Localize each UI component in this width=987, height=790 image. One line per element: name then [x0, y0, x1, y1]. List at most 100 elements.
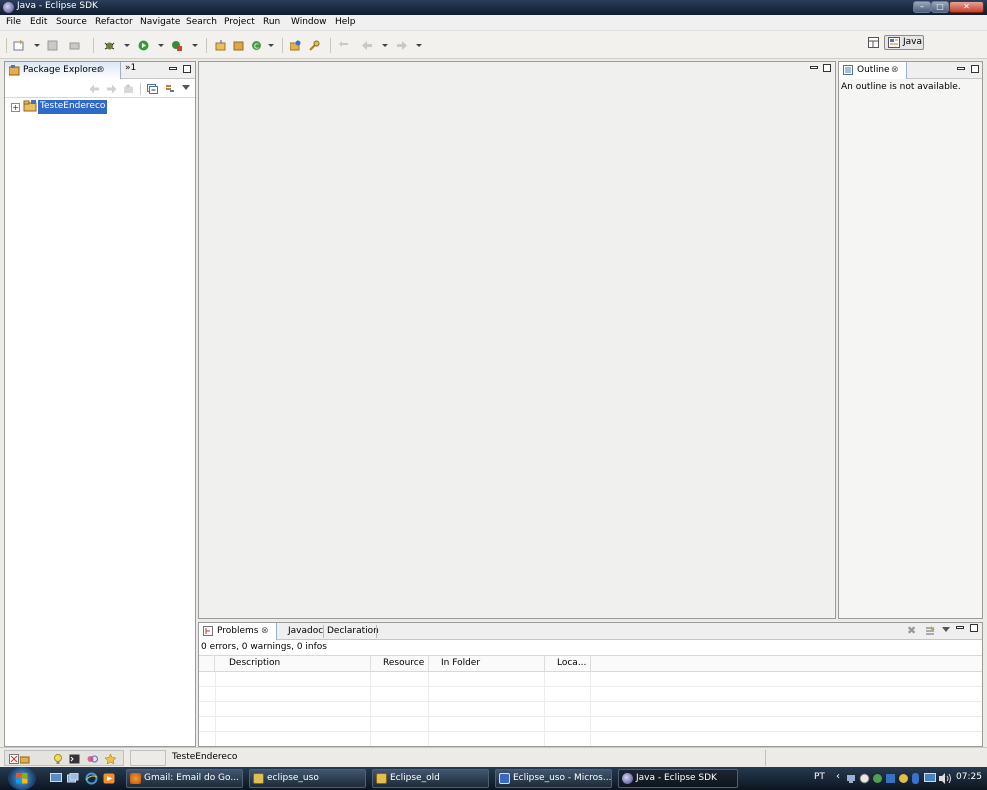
new-class-icon[interactable]: C: [251, 40, 262, 51]
debug-dropdown-icon[interactable]: [124, 44, 130, 47]
external-tools-icon[interactable]: [171, 40, 182, 51]
fast-view-problems-icon[interactable]: [9, 754, 19, 764]
tree-item-project[interactable]: TesteEndereco: [38, 100, 108, 114]
antivirus-icon[interactable]: [885, 773, 896, 784]
problems-table-body[interactable]: [199, 672, 982, 746]
column-header-description[interactable]: Description: [229, 658, 280, 668]
column-divider[interactable]: [428, 656, 429, 671]
tab-declaration[interactable]: Declaration: [327, 626, 379, 636]
tab-javadoc[interactable]: Javadoc: [288, 626, 323, 636]
minimize-view-icon[interactable]: [956, 626, 964, 629]
menu-refactor[interactable]: Refactor: [95, 17, 133, 27]
menu-window[interactable]: Window: [291, 17, 327, 27]
display-icon[interactable]: [924, 773, 936, 784]
column-header-icon[interactable]: [199, 656, 215, 671]
view-menu-icon[interactable]: [182, 85, 190, 90]
print-icon[interactable]: [69, 40, 80, 51]
internet-explorer-icon[interactable]: [85, 772, 98, 785]
minimize-window-button[interactable]: –: [913, 1, 931, 13]
menu-search[interactable]: Search: [186, 17, 217, 27]
fast-view-bookmark-icon[interactable]: [105, 754, 116, 764]
tab-problems[interactable]: Problems ⊗: [199, 623, 277, 640]
menu-help[interactable]: Help: [335, 17, 356, 27]
media-player-icon[interactable]: [103, 773, 115, 784]
back-icon[interactable]: [89, 84, 100, 94]
task-eclipse-sdk[interactable]: Java - Eclipse SDK: [618, 769, 738, 788]
column-header-in-folder[interactable]: In Folder: [441, 658, 480, 668]
save-icon[interactable]: [47, 40, 58, 51]
new-dropdown-icon[interactable]: [34, 44, 40, 47]
column-header-resource[interactable]: Resource: [383, 658, 424, 668]
column-header-location[interactable]: Loca...: [557, 658, 586, 668]
forward-icon[interactable]: [106, 84, 117, 94]
back-icon[interactable]: [362, 40, 373, 51]
minimize-view-icon[interactable]: [169, 67, 177, 70]
maximize-window-button[interactable]: □: [931, 1, 949, 13]
open-type-icon[interactable]: [290, 40, 301, 51]
security-icon[interactable]: [859, 773, 870, 784]
tray-expand-icon[interactable]: ‹: [836, 771, 840, 782]
column-divider[interactable]: [370, 656, 371, 671]
switch-windows-icon[interactable]: [67, 773, 79, 784]
editor-area[interactable]: [198, 61, 836, 619]
new-java-project-icon[interactable]: [215, 40, 226, 51]
search-icon[interactable]: [309, 40, 320, 51]
forward-dropdown-icon[interactable]: [416, 44, 422, 47]
updates-icon[interactable]: [898, 773, 909, 784]
column-divider[interactable]: [544, 656, 545, 671]
run-dropdown-icon[interactable]: [158, 44, 164, 47]
back-dropdown-icon[interactable]: [382, 44, 388, 47]
task-eclipse-old[interactable]: Eclipse_old: [372, 769, 489, 788]
fast-view-console-icon[interactable]: [69, 754, 80, 764]
menu-file[interactable]: File: [6, 17, 21, 27]
maximize-editor-icon[interactable]: [823, 64, 831, 72]
new-class-dropdown-icon[interactable]: [268, 44, 274, 47]
menu-run[interactable]: Run: [263, 17, 280, 27]
task-word-document[interactable]: Eclipse_uso - Micros...: [495, 769, 612, 788]
menu-edit[interactable]: Edit: [30, 17, 47, 27]
new-icon[interactable]: [13, 40, 24, 51]
forward-icon[interactable]: [396, 40, 407, 51]
tab-package-explorer[interactable]: Package Explorer ⊗: [5, 62, 121, 79]
column-divider[interactable]: [590, 656, 591, 671]
menu-project[interactable]: Project: [224, 17, 255, 27]
maximize-view-icon[interactable]: [970, 624, 978, 632]
network-icon[interactable]: [846, 773, 857, 784]
show-desktop-icon[interactable]: [50, 773, 62, 784]
close-window-button[interactable]: ✕: [949, 1, 984, 13]
close-tab-icon[interactable]: ⊗: [97, 65, 105, 75]
tab-outline[interactable]: Outline ⊗: [839, 62, 907, 79]
link-with-editor-icon[interactable]: [164, 84, 176, 95]
maximize-view-icon[interactable]: [183, 65, 191, 73]
last-edit-location-icon[interactable]: [339, 40, 350, 51]
filter-icon[interactable]: [925, 626, 936, 637]
more-views-button[interactable]: »1: [125, 63, 136, 73]
perspective-java-button[interactable]: Java: [884, 35, 924, 50]
minimize-view-icon[interactable]: [957, 67, 965, 70]
minimize-editor-icon[interactable]: [810, 66, 818, 69]
fast-view-tasks-icon[interactable]: [87, 754, 98, 764]
view-menu-icon[interactable]: [942, 627, 950, 632]
close-tab-icon[interactable]: ⊗: [891, 65, 899, 75]
fast-view-lightbulb-icon[interactable]: [53, 754, 63, 764]
up-icon[interactable]: [123, 84, 134, 94]
clock[interactable]: 07:25: [956, 772, 982, 782]
delete-icon[interactable]: ✖: [907, 624, 916, 637]
close-tab-icon[interactable]: ⊗: [261, 626, 269, 636]
collapse-all-icon[interactable]: [147, 84, 158, 94]
expand-toggle-icon[interactable]: +: [11, 103, 20, 112]
menu-source[interactable]: Source: [56, 17, 87, 27]
start-button[interactable]: [8, 767, 36, 790]
external-tools-dropdown-icon[interactable]: [192, 44, 198, 47]
task-eclipse-uso[interactable]: eclipse_uso: [249, 769, 366, 788]
fast-view-hierarchy-icon[interactable]: [20, 754, 30, 764]
volume-icon[interactable]: [939, 773, 952, 784]
task-gmail[interactable]: Gmail: Email do Go...: [126, 769, 243, 788]
maximize-view-icon[interactable]: [971, 65, 979, 73]
run-icon[interactable]: [138, 40, 149, 51]
debug-icon[interactable]: [104, 40, 115, 51]
language-indicator[interactable]: PT: [814, 772, 825, 782]
messenger-icon[interactable]: [872, 773, 883, 784]
new-package-icon[interactable]: [233, 40, 244, 51]
menu-navigate[interactable]: Navigate: [140, 17, 180, 27]
